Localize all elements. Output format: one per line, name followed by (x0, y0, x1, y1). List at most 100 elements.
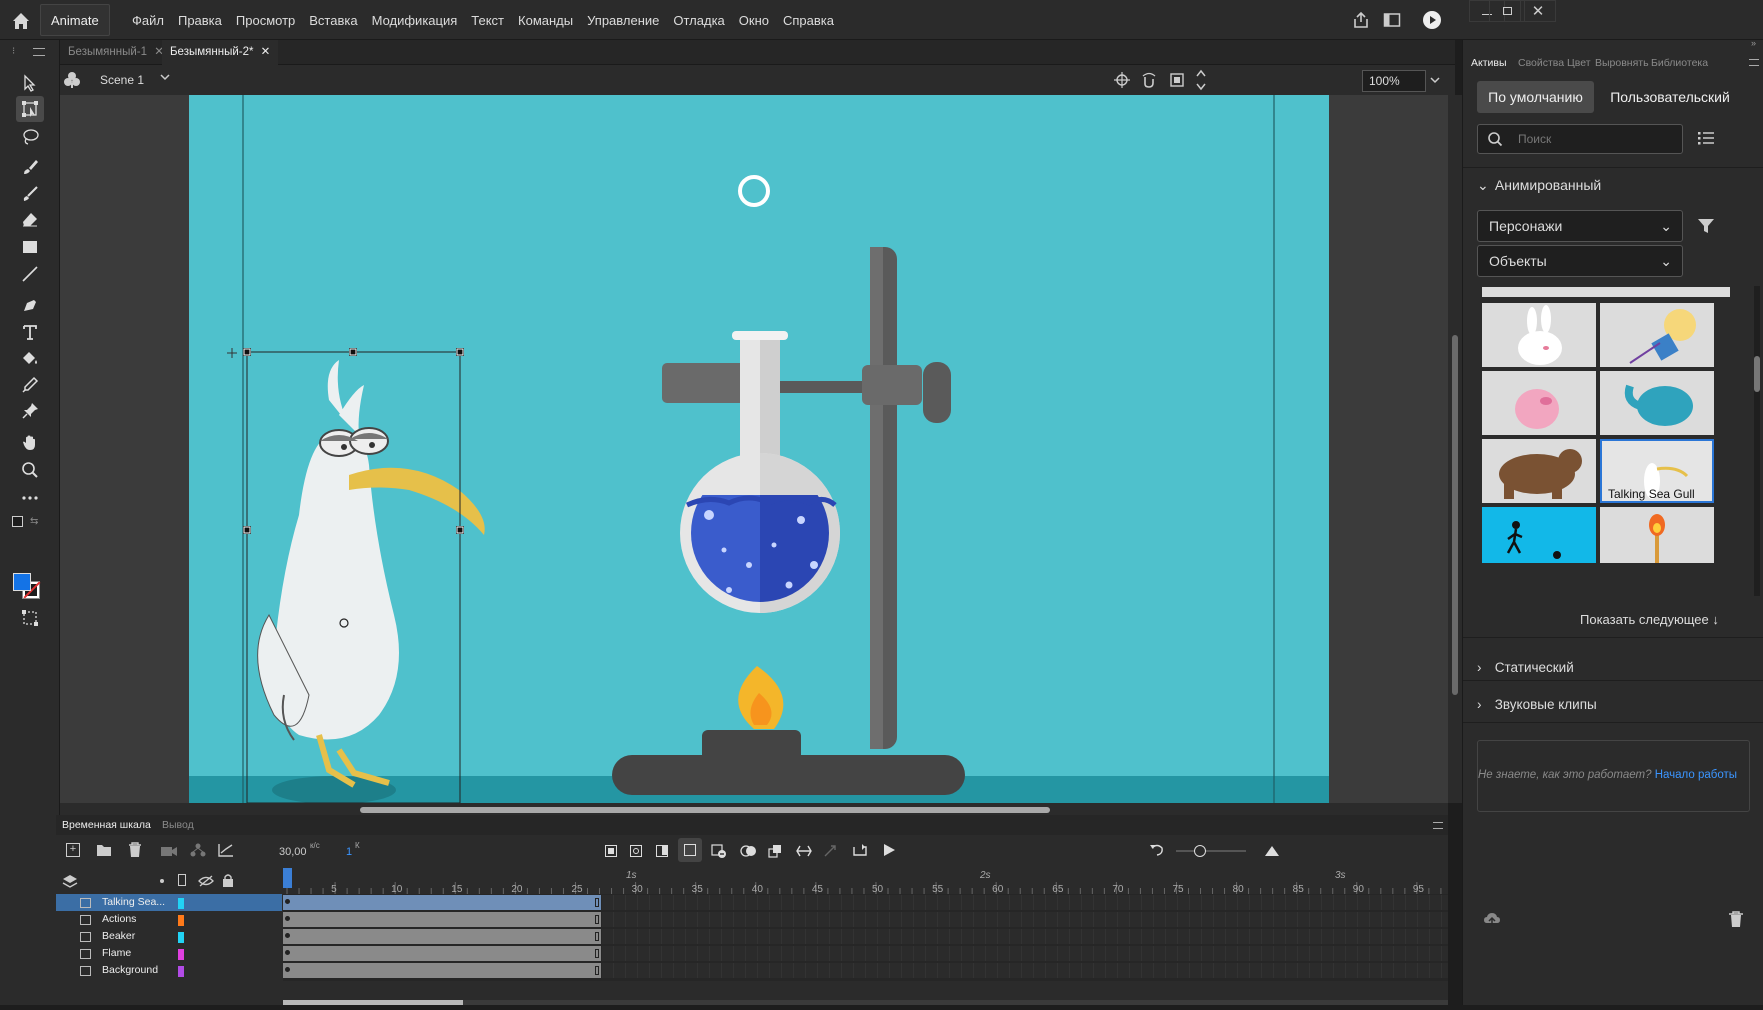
camera-icon[interactable] (161, 844, 177, 856)
home-icon[interactable] (10, 10, 32, 32)
layer-parenting-icon[interactable] (190, 843, 206, 857)
frame-row[interactable] (283, 962, 1448, 981)
object-drawing-mode-icon[interactable] (16, 605, 44, 631)
menu-item[interactable]: Справка (776, 13, 841, 28)
doc-tab-active[interactable]: Безымянный-2* ✕ (162, 40, 279, 65)
stage-vertical-scrollbar[interactable] (1448, 95, 1462, 803)
delete-layer-icon[interactable] (128, 842, 142, 858)
cloud-upload-icon[interactable] (1483, 910, 1501, 928)
center-stage-icon[interactable] (1113, 71, 1131, 89)
menu-item[interactable]: Текст (464, 13, 511, 28)
zoom-input[interactable]: 100% (1362, 70, 1426, 92)
asset-thumb-match[interactable] (1600, 507, 1714, 563)
layer-name[interactable]: Background (102, 961, 158, 980)
asset-thumb-stickman[interactable] (1482, 507, 1596, 563)
paint-brush-tool-icon[interactable] (16, 181, 44, 207)
get-started-link[interactable]: Начало работы (1655, 769, 1737, 781)
more-tools-icon[interactable] (16, 485, 44, 511)
test-movie-icon[interactable] (1421, 9, 1443, 31)
rectangle-tool-icon[interactable] (16, 234, 44, 260)
pen-tool-icon[interactable] (16, 292, 44, 318)
tab-align[interactable]: Выровнять (1595, 57, 1649, 69)
asset-thumb-rabbit[interactable] (1482, 303, 1596, 367)
empty-frames[interactable] (602, 912, 1448, 927)
rotate-stage-icon[interactable] (1140, 71, 1158, 89)
menu-item[interactable]: Модификация (365, 13, 465, 28)
mountain-zoom-icon[interactable] (1264, 843, 1280, 857)
app-name-button[interactable]: Animate (40, 4, 110, 36)
menu-item[interactable]: Отладка (666, 13, 731, 28)
menu-item[interactable]: Вставка (302, 13, 364, 28)
edit-multiple-frames-icon[interactable] (768, 844, 782, 858)
layer-color-swatch[interactable] (178, 915, 184, 926)
tab-library[interactable]: Библиотека (1651, 57, 1708, 69)
timeline-menu-icon[interactable] (1433, 822, 1443, 829)
filter-icon[interactable] (1697, 217, 1715, 235)
frame-span[interactable] (283, 912, 601, 927)
eraser-tool-icon[interactable] (16, 207, 44, 233)
stage-horizontal-scrollbar[interactable] (60, 803, 1448, 815)
empty-frames[interactable] (602, 963, 1448, 978)
asset-thumb-character[interactable] (1600, 303, 1714, 367)
keyframe-dot[interactable] (285, 950, 290, 955)
menu-item[interactable]: Правка (171, 13, 229, 28)
new-layer-icon[interactable]: + (66, 843, 80, 857)
timeline-zoom-slider[interactable] (1176, 845, 1246, 857)
default-colors-icon[interactable] (12, 516, 23, 527)
asset-thumb-talking-sea-gull[interactable]: Talking Sea Gull (1600, 439, 1714, 503)
asset-thumb-elephant[interactable] (1600, 371, 1714, 435)
assets-scrollbar[interactable] (1754, 286, 1760, 596)
layer-color-swatch[interactable] (178, 932, 184, 943)
keyframe-dot[interactable] (285, 916, 290, 921)
close-tab-icon[interactable]: ✕ (261, 46, 271, 58)
sync-icon[interactable] (823, 844, 837, 858)
text-tool-icon[interactable] (16, 319, 44, 345)
loop-playback-icon[interactable] (852, 843, 868, 857)
current-frame-value[interactable]: 1 (346, 846, 352, 858)
tab-properties[interactable]: Свойства (1518, 57, 1564, 69)
close-button[interactable]: ✕ (1520, 0, 1556, 22)
selection-tool-icon[interactable] (16, 70, 44, 96)
section-sound-clips[interactable]: › Звуковые клипы (1477, 697, 1597, 712)
graph-icon[interactable] (218, 843, 234, 857)
menu-item[interactable]: Команды (511, 13, 580, 28)
free-transform-tool-icon[interactable] (16, 96, 44, 122)
brush-tool-icon[interactable] (16, 154, 44, 180)
empty-frames[interactable] (602, 946, 1448, 961)
custom-assets-button[interactable]: Пользовательский (1605, 81, 1735, 113)
asset-thumb[interactable] (1600, 287, 1730, 297)
play-icon[interactable] (882, 843, 896, 857)
asset-thumb-pig[interactable] (1482, 371, 1596, 435)
swap-colors-icon[interactable]: ⇆ (30, 516, 38, 527)
toolbar-grip-icon[interactable]: ⁝ (12, 46, 15, 57)
empty-frames[interactable] (602, 895, 1448, 910)
frame-span[interactable] (283, 963, 601, 978)
layer-row[interactable]: Background (56, 962, 282, 981)
tab-color[interactable]: Цвет (1567, 57, 1591, 69)
new-folder-icon[interactable] (96, 843, 112, 857)
doc-tab[interactable]: Безымянный-1 ✕ (60, 40, 172, 65)
empty-frames[interactable] (602, 929, 1448, 944)
frame-span[interactable] (283, 895, 601, 910)
lock-layers-icon[interactable] (222, 873, 234, 887)
hand-tool-icon[interactable] (16, 430, 44, 456)
asset-thumb[interactable] (1482, 287, 1612, 297)
clear-keyframe-icon[interactable] (711, 844, 727, 858)
auto-keyframe-icon[interactable] (678, 838, 702, 862)
frame-span[interactable] (283, 929, 601, 944)
tab-timeline[interactable]: Временная шкала (62, 819, 151, 831)
insert-keyframe-icon[interactable] (605, 845, 617, 857)
layer-color-swatch[interactable] (178, 898, 184, 909)
menu-item[interactable]: Окно (732, 13, 776, 28)
pin-tool-icon[interactable] (16, 398, 44, 424)
scene-dropdown-chevron-icon[interactable] (158, 70, 172, 84)
clip-content-icon[interactable] (1168, 71, 1186, 89)
toolbar-menu-icon[interactable] (33, 48, 45, 56)
panel-collapse-icon[interactable]: » (1751, 38, 1756, 48)
subcategory-dropdown[interactable]: Объекты ⌄ (1477, 245, 1683, 277)
zoom-dropdown-chevron-icon[interactable] (1428, 73, 1442, 87)
hide-layers-icon[interactable] (198, 874, 214, 887)
share-icon[interactable] (1351, 10, 1371, 30)
section-static[interactable]: › Статический (1477, 660, 1574, 675)
workspace-icon[interactable] (1382, 10, 1402, 30)
